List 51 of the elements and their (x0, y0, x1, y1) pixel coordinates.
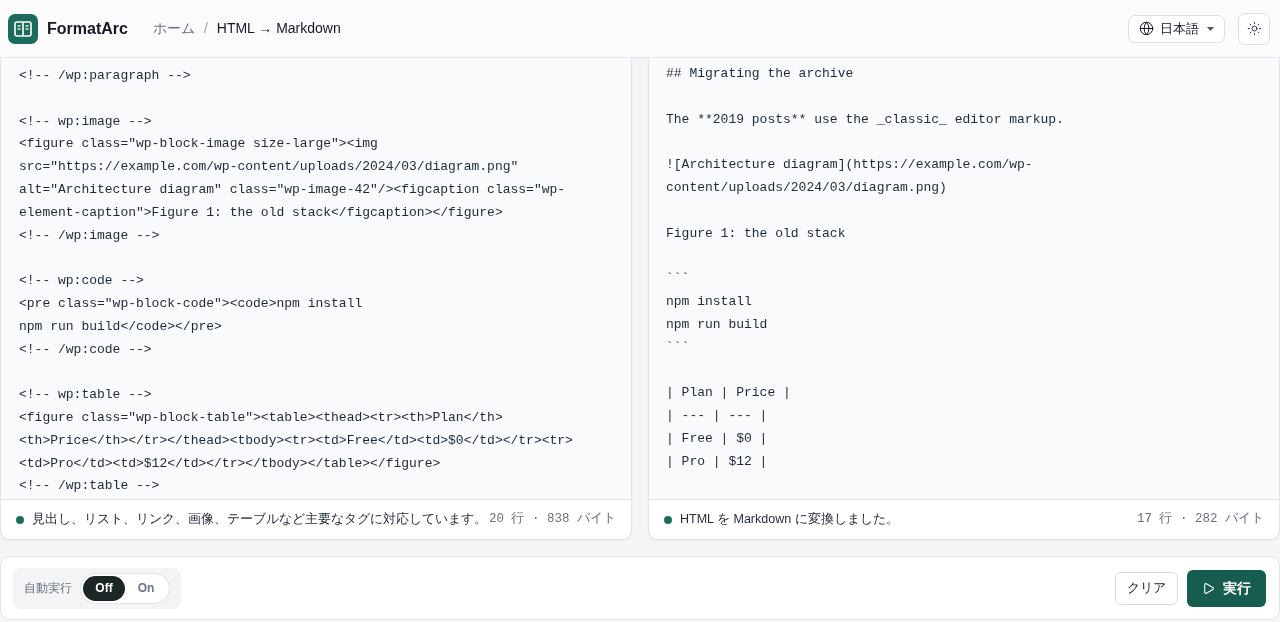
code-line: ``` (666, 338, 690, 357)
theme-toggle-button[interactable] (1238, 12, 1270, 45)
breadcrumb-current: HTML → Markdown (216, 19, 341, 38)
code-line: alt="Architecture diagram" class="wp-image-42"/><figcaption class="wp- (19, 181, 566, 199)
status-message: 見出し、リスト、リンク、画像、テーブルなど主要なタグに対応しています。 (32, 511, 487, 529)
code-line: ![Architecture diagram](https://example.com/wp- (666, 156, 1033, 175)
run-button[interactable]: 実行 (1187, 569, 1266, 607)
code-line: <!-- wp:table --> (19, 386, 152, 405)
code-line: | Plan | Price | (666, 384, 791, 403)
toggle-option[interactable]: Off (83, 575, 125, 601)
code-line: Figure 1: the old stack (666, 224, 846, 243)
clear-button[interactable]: クリア (1115, 571, 1178, 605)
code-line: npm run build</code></pre> (19, 317, 222, 336)
breadcrumb-link[interactable]: ホーム (152, 18, 195, 39)
status-message: HTML を Markdown に変換しました。 (680, 511, 899, 529)
globe-icon (1139, 21, 1154, 36)
code-line: <!-- wp:code --> (19, 272, 144, 291)
code-line: src="https://example.com/wp-content/uploads/2024/03/diagram.png" (19, 158, 519, 177)
code-line: <figure class="wp-block-image size-large"><img (19, 135, 378, 154)
code-line: npm run build (666, 315, 768, 334)
code-line: | Pro | $12 | (666, 452, 768, 471)
code-line: <figure class="wp-block-table"><table><thead><tr><th>Plan</th> (19, 408, 503, 427)
line-byte-count: 17 行 · 282 バイト (1137, 511, 1264, 529)
code-line: content/uploads/2024/03/diagram.png) (666, 179, 947, 197)
code-line: <pre class="wp-block-code"><code>npm install (19, 294, 363, 313)
brand-name: FormatArc (47, 18, 128, 39)
breadcrumb-separator: / (203, 19, 208, 38)
code-line: <!-- /wp:code --> (19, 340, 152, 359)
play-icon (1202, 581, 1215, 595)
code-line: <td>Pro</td><td>$12</td></tr></tbody></table></figure> (19, 454, 441, 473)
code-line: <th>Price</th></tr></thead><tbody><tr><td>Free</td><td>$0</td></tr><tr> (19, 431, 573, 450)
code-line: ``` (666, 270, 690, 289)
code-line: npm install (666, 292, 752, 311)
code-line: element-caption">Figure 1: the old stack</figcaption></figure> (19, 203, 503, 222)
sun-icon (1246, 21, 1262, 36)
line-byte-count: 20 行 · 838 バイト (489, 511, 616, 529)
code-line: <!-- wp:image --> (19, 112, 152, 131)
code-line: <!-- /wp:image --> (19, 226, 160, 245)
caret-icon (1207, 26, 1214, 31)
code-line: | Free | $0 | (666, 429, 768, 448)
language-selector[interactable]: 日本語 (1128, 14, 1225, 43)
code-line: | --- | --- | (666, 406, 768, 425)
toggle-option[interactable]: On (125, 575, 167, 601)
code-line: The **2019 posts** use the _classic_ editor markup. (666, 110, 1064, 129)
code-line: <!-- /wp:paragraph --> (19, 67, 191, 85)
status-dot-icon (664, 515, 672, 524)
status-dot-icon (16, 515, 24, 524)
code-line: ## Migrating the archive (666, 65, 854, 83)
auto-run-label: 自動実行 (24, 580, 72, 597)
code-line: <!-- /wp:table --> (19, 477, 160, 496)
logo-icon (8, 13, 38, 44)
